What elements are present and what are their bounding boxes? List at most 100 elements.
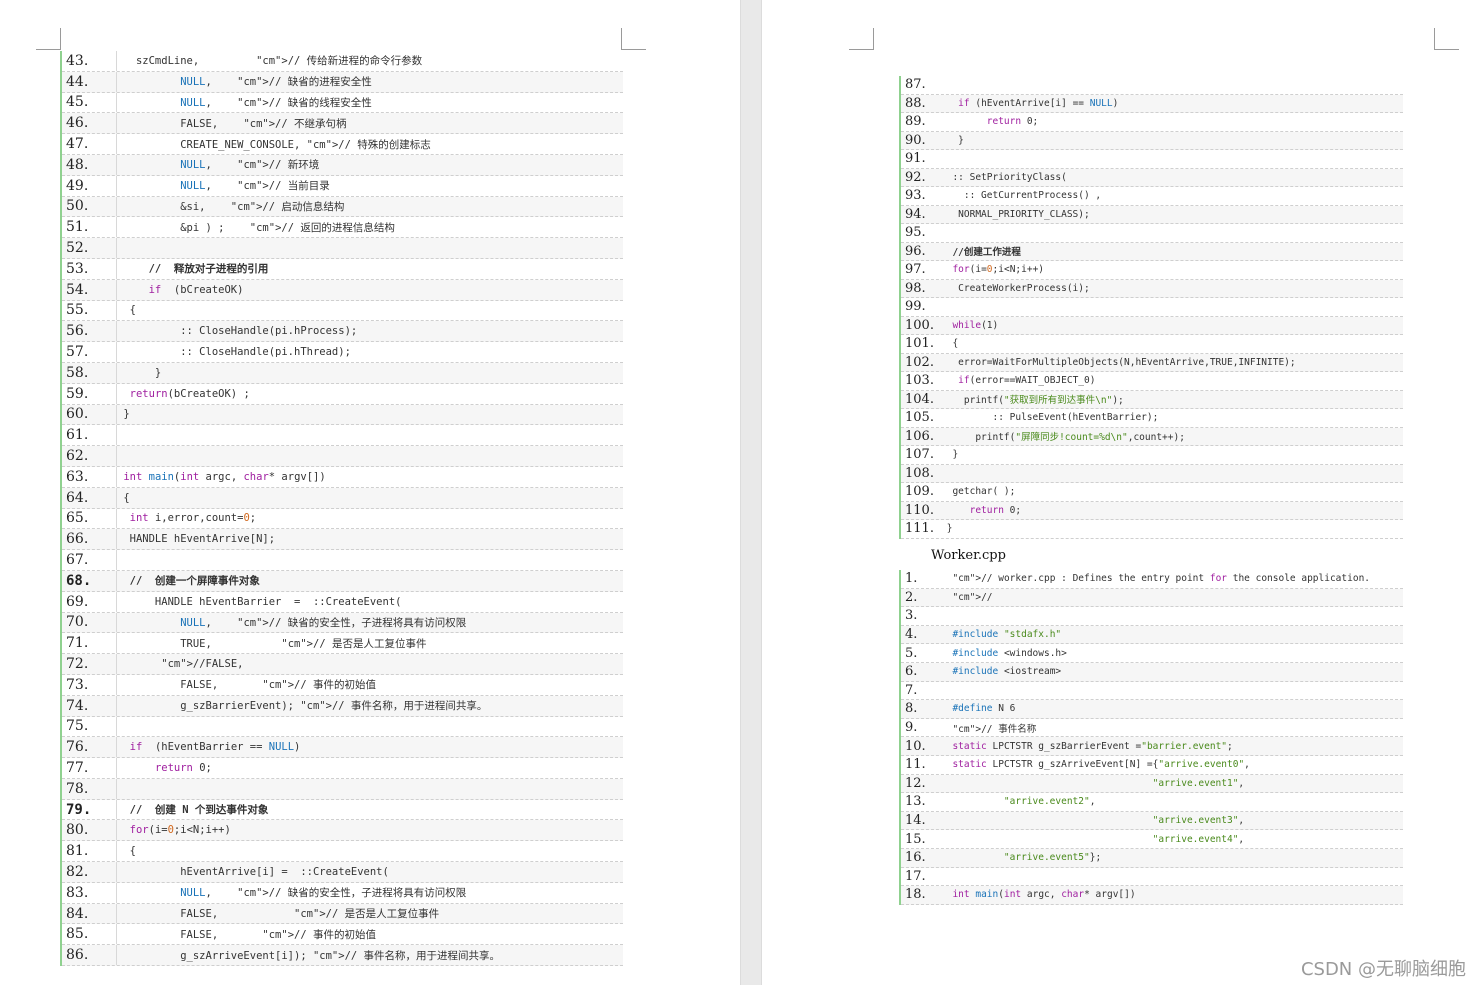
code-line: 91. — [901, 150, 1403, 169]
code-line: 109. getchar( ); — [901, 483, 1403, 502]
line-code: static LPCTSTR g_szArriveEvent[N] ={"arr… — [952, 759, 1250, 771]
line-number: 78. — [62, 778, 117, 799]
line-number: 74. — [62, 695, 117, 716]
line-code: "cm">// 事件名称 — [952, 723, 1037, 735]
line-number: 84. — [62, 903, 117, 924]
line-number: 110. — [905, 502, 934, 518]
line-code: HANDLE hEventArrive[N]; — [117, 533, 276, 546]
line-number: 56. — [62, 321, 117, 342]
code-line: 99. — [901, 298, 1403, 317]
crop-mark — [849, 28, 874, 50]
line-number: 47. — [62, 134, 117, 154]
line-number: 71. — [62, 633, 117, 654]
line-number: 46. — [62, 113, 117, 134]
line-number: 96. — [905, 243, 926, 259]
line-code: // 创建一个屏障事件对象 — [117, 575, 260, 588]
line-code: static LPCTSTR g_szBarrierEvent ="barrie… — [952, 740, 1233, 752]
line-number: 86. — [62, 945, 117, 966]
line-number: 12. — [905, 775, 926, 791]
line-code: if (bCreateOK) — [148, 283, 244, 296]
line-code: return 0; — [969, 504, 1022, 516]
left-page-code-listing: 43. szCmdLine, "cm">// 传给新进程的命令行参数 44. NU… — [60, 51, 623, 967]
line-code: printf("获取到所有到达事件\n"); — [941, 395, 1124, 407]
code-line: 3. — [901, 607, 1403, 626]
code-line: 64. { — [62, 487, 623, 509]
line-code: //创建工作进程 — [941, 247, 1021, 259]
line-number: 6. — [905, 664, 918, 680]
line-number: 67. — [62, 550, 117, 570]
code-line: 90. } — [901, 131, 1403, 150]
line-code: { — [117, 845, 136, 858]
code-line: 75. — [62, 716, 623, 738]
line-code: &si, "cm">// 启动信息结构 — [117, 200, 345, 213]
code-line: 97. for(i=0;i<N;i++) — [901, 261, 1403, 280]
code-line: 111. } — [901, 520, 1403, 539]
line-number: 68. — [62, 570, 117, 591]
line-number: 106. — [905, 428, 934, 444]
code-line: 60. } — [62, 404, 623, 426]
code-line: 10. static LPCTSTR g_szBarrierEvent ="ba… — [901, 737, 1403, 756]
line-number: 50. — [62, 196, 117, 217]
line-number: 73. — [62, 674, 117, 695]
code-line: 77. return 0; — [62, 758, 623, 779]
line-number: 62. — [62, 446, 117, 466]
code-line: 105. :: PulseEvent(hEventBarrier); — [901, 409, 1403, 428]
line-code: NULL, "cm">// 缺省的安全性，子进程将具有访问权限 — [180, 616, 467, 629]
code-line: 96. //创建工作进程 — [901, 242, 1403, 261]
code-line: 71. TRUE, "cm">// 是否是人工复位事件 — [62, 633, 623, 655]
line-code: "cm">//FALSE, — [161, 658, 244, 670]
line-number: 10. — [905, 738, 926, 754]
line-code: for(i=0;i<N;i++) — [129, 824, 231, 837]
line-number: 64. — [62, 487, 117, 508]
code-line: 50. &si, "cm">// 启动信息结构 — [62, 196, 623, 218]
code-line: 14. "arrive.event3", — [901, 811, 1403, 831]
line-code: getchar( ); — [941, 486, 1016, 498]
line-code: NULL, "cm">// 缺省的安全性，子进程将具有访问权限 — [180, 887, 467, 900]
line-number: 16. — [905, 850, 926, 866]
code-line: 73. FALSE, "cm">// 事件的初始值 — [62, 674, 623, 696]
code-line: 48. NULL, "cm">// 新环境 — [62, 154, 623, 176]
code-line: 76. if (hEventBarrier == NULL) — [62, 737, 623, 759]
line-code: int main(int argc, char* argv[]) — [952, 889, 1136, 901]
code-line: 9. "cm">// 事件名称 — [901, 719, 1403, 738]
line-number: 18. — [905, 887, 926, 903]
line-code: &pi ) ; "cm">// 返回的进程信息结构 — [117, 221, 395, 234]
code-line: 17. — [901, 868, 1403, 887]
code-line: 88. if (hEventArrive[i] == NULL) — [901, 94, 1403, 113]
page-gutter — [740, 0, 762, 985]
line-code: FALSE, "cm">// 不继承句柄 — [117, 117, 347, 130]
crop-mark — [36, 28, 61, 50]
line-code: if (hEventBarrier == NULL) — [129, 741, 301, 754]
line-number: 82. — [62, 862, 117, 882]
line-code: #include <windows.h> — [952, 647, 1067, 659]
line-code: } — [941, 134, 964, 146]
line-number: 90. — [905, 132, 926, 148]
code-line: 78. — [62, 778, 623, 800]
code-line: 47. CREATE_NEW_CONSOLE, "cm">// 特殊的创建标志 — [62, 134, 623, 155]
line-code: :: GetCurrentProcess() , — [941, 190, 1102, 202]
code-line: 102. error=WaitForMultipleObjects(N,hEve… — [901, 353, 1403, 372]
line-code: for(i=0;i<N;i++) — [952, 264, 1045, 276]
code-line: 66. HANDLE hEventArrive[N]; — [62, 529, 623, 551]
line-number: 9. — [905, 720, 918, 736]
line-code: :: SetPriorityClass( — [941, 171, 1067, 183]
line-number: 66. — [62, 529, 117, 550]
line-number: 102. — [905, 354, 934, 370]
line-code: "arrive.event1", — [1152, 777, 1245, 789]
code-line: 44. NULL, "cm">// 缺省的进程安全性 — [62, 71, 623, 93]
code-line: 54. if (bCreateOK) — [62, 279, 623, 301]
line-number: 95. — [905, 225, 926, 241]
line-code: return 0; — [986, 116, 1039, 128]
code-line: 92. :: SetPriorityClass( — [901, 168, 1403, 187]
line-number: 5. — [905, 645, 918, 661]
code-line: 93. :: GetCurrentProcess() , — [901, 187, 1403, 206]
line-number: 11. — [905, 757, 926, 773]
line-number: 98. — [905, 280, 926, 296]
line-code: "arrive.event4", — [1152, 833, 1245, 845]
code-line: 51. &pi ) ; "cm">// 返回的进程信息结构 — [62, 217, 623, 239]
line-number: 7. — [905, 682, 918, 698]
line-code: while(1) — [952, 319, 999, 331]
crop-mark — [1434, 28, 1459, 50]
code-line: 80. for(i=0;i<N;i++) — [62, 820, 623, 842]
line-code: "cm">// worker.cpp : Defines the entry p… — [952, 573, 1371, 585]
